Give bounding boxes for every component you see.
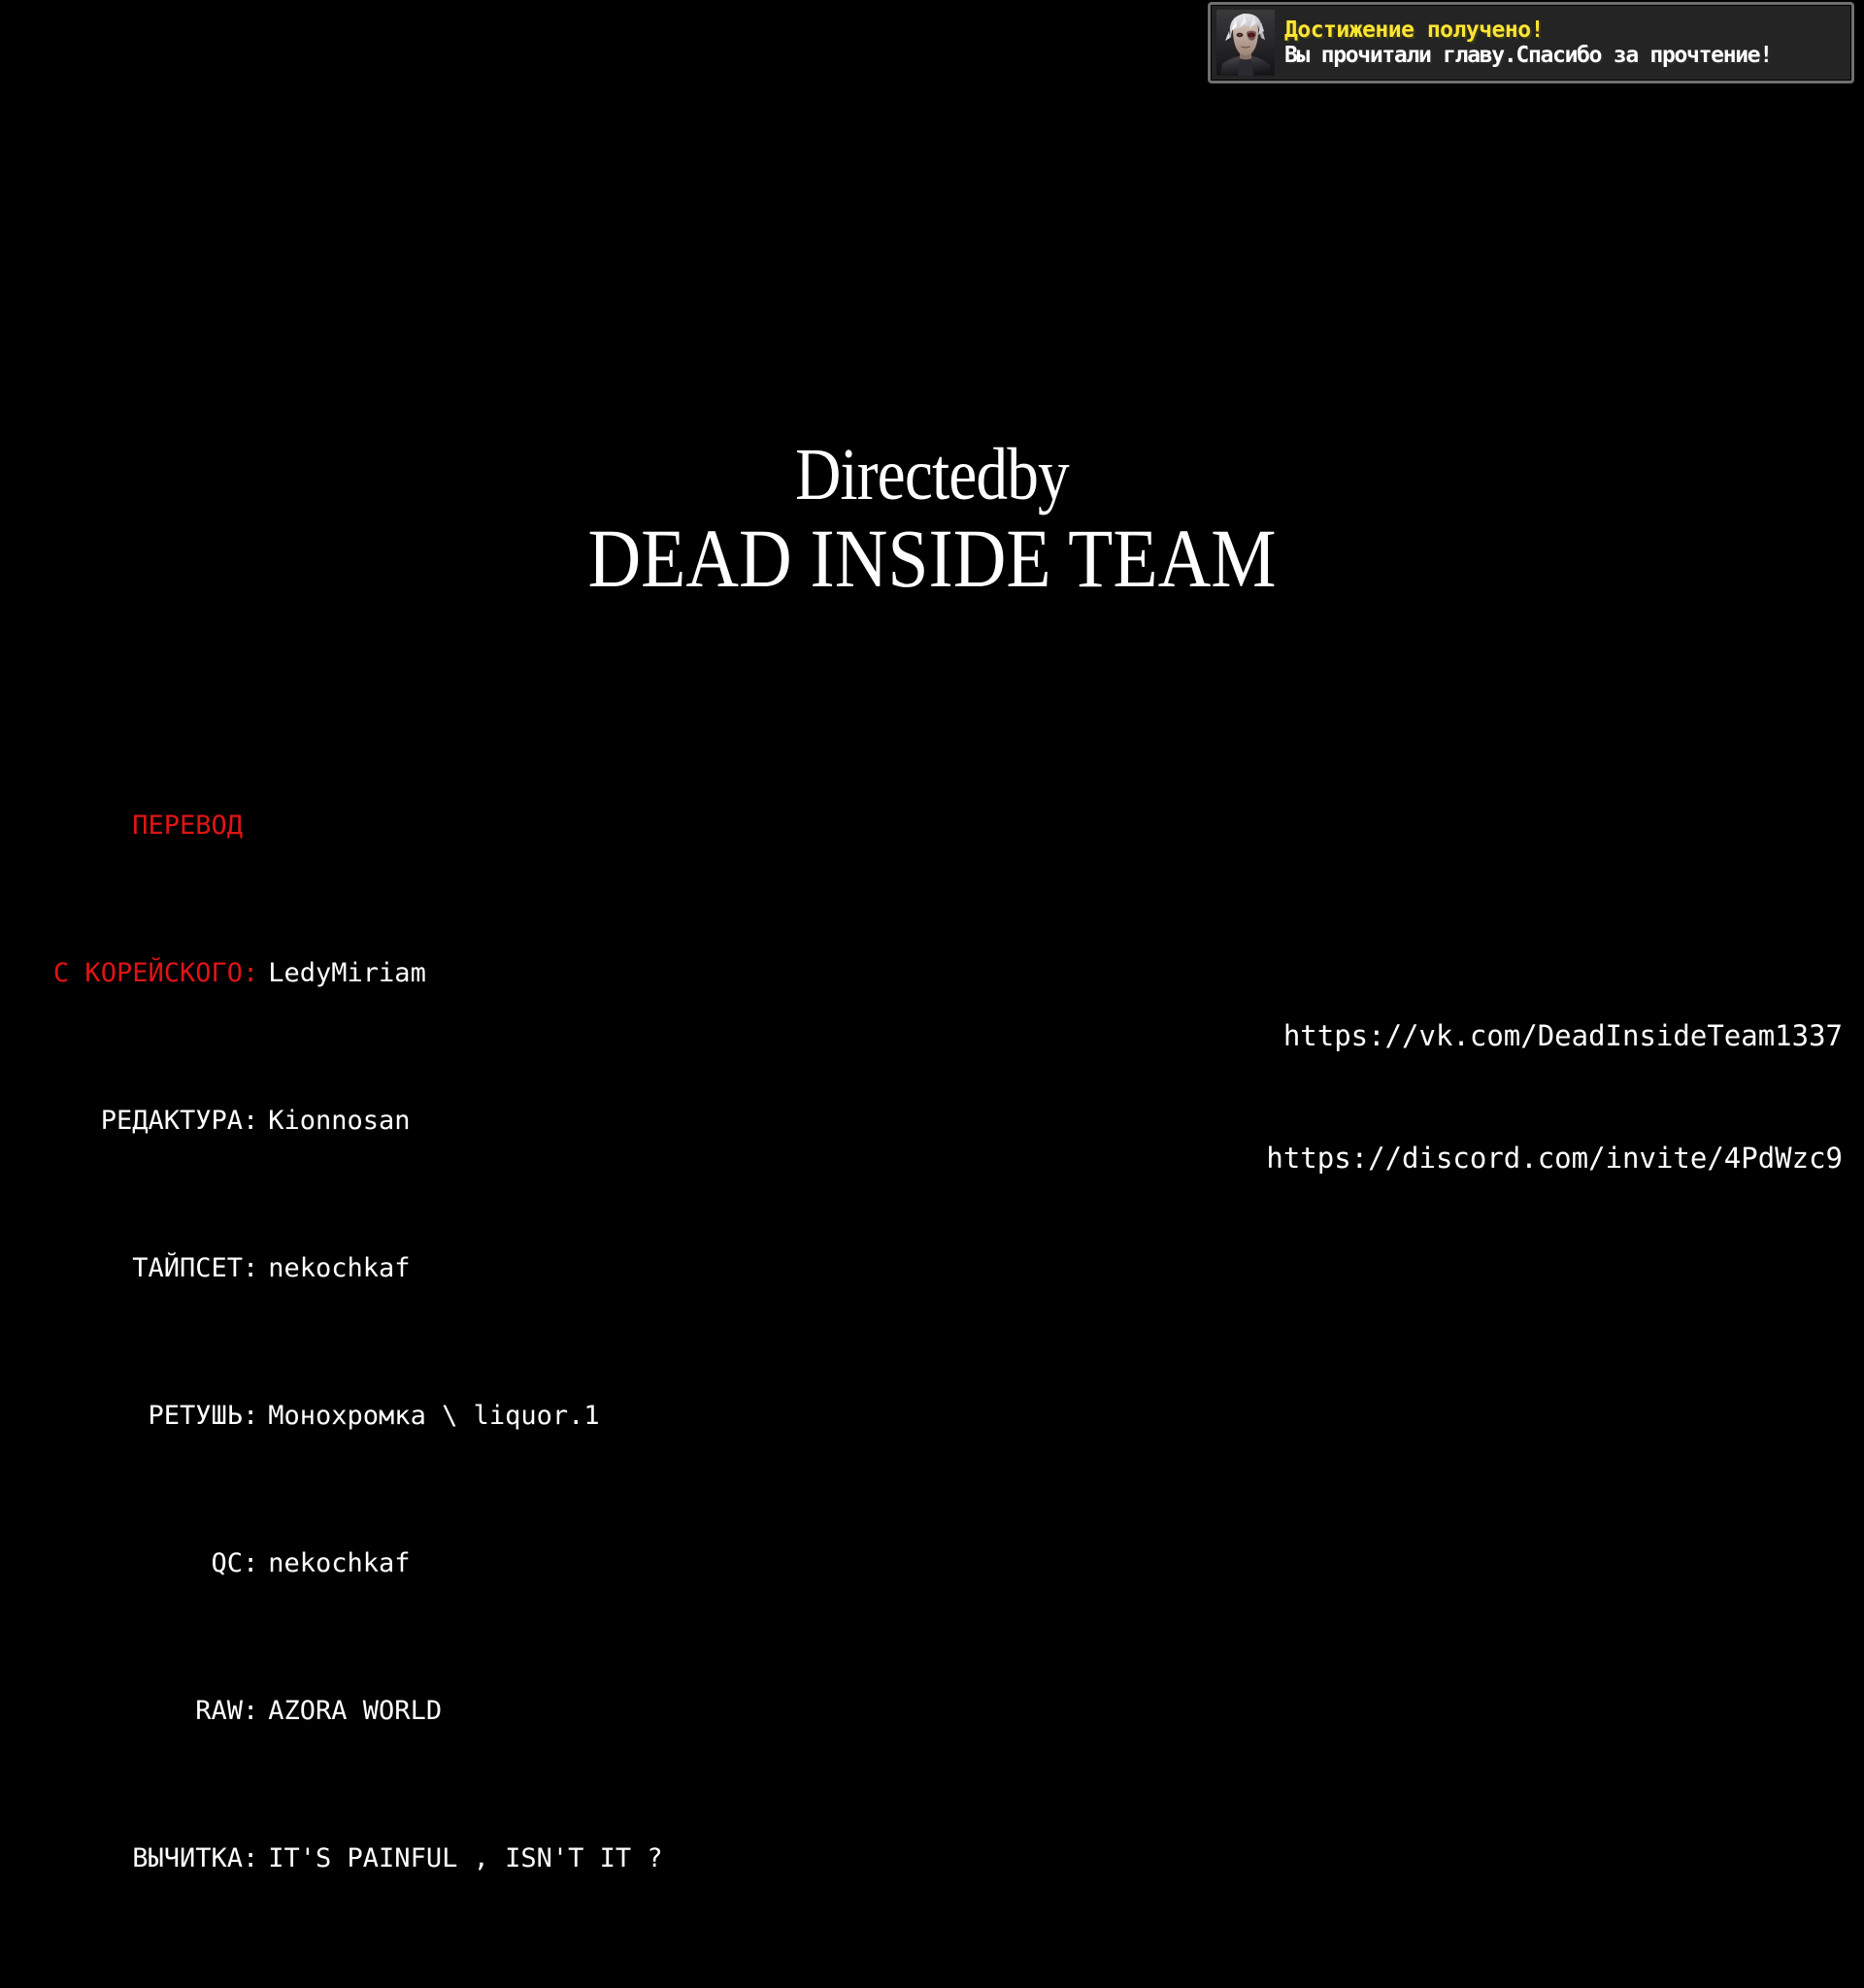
table-row: С КОРЕЙСКОГО: LedyMiriam	[0, 955, 663, 992]
directed-by-label: Directedby	[795, 434, 1070, 515]
vk-link[interactable]: https://vk.com/DeadInsideTeam1337	[1266, 1015, 1843, 1056]
achievement-toast[interactable]: Достижение получено! Вы прочитали главу.…	[1208, 2, 1854, 83]
credit-label: ПЕРЕВОД	[132, 811, 243, 841]
social-links: https://vk.com/DeadInsideTeam1337 https:…	[1266, 934, 1843, 1260]
credit-label: RAW	[195, 1696, 243, 1726]
character-portrait-icon	[1216, 10, 1275, 76]
credit-label: С КОРЕЙСКОГО	[52, 958, 243, 988]
table-row: QC: nekochkaf	[0, 1545, 663, 1582]
credit-separator: :	[243, 1843, 259, 1873]
achievement-subtitle: Вы прочитали главу.Спасибо за прочтение!	[1284, 43, 1773, 68]
credit-separator: :	[243, 958, 259, 988]
achievement-title: Достижение получено!	[1284, 17, 1544, 43]
credit-separator: :	[243, 1106, 259, 1136]
credit-value: AZORA WORLD	[268, 1696, 443, 1726]
credit-separator: :	[243, 1401, 259, 1431]
table-row: ВЫЧИТКА: IT'S PAINFUL , ISN'T IT ?	[0, 1840, 663, 1877]
credit-separator: :	[243, 1253, 259, 1283]
credit-row-translation-header: ПЕРЕВОД	[0, 808, 663, 845]
credits-list: ПЕРЕВОД С КОРЕЙСКОГО: LedyMiriam РЕДАКТУ…	[0, 697, 663, 1988]
credit-label: РЕДАКТУРА	[100, 1106, 243, 1136]
credit-value: nekochkaf	[268, 1548, 411, 1578]
credit-value: Kionnosan	[268, 1106, 411, 1136]
credit-value: LedyMiriam	[268, 958, 426, 988]
credit-separator: :	[243, 1696, 259, 1726]
achievement-toast-text: Достижение получено! Вы прочитали главу.…	[1275, 18, 1851, 68]
credit-value: Монохромка \ liquor.1	[268, 1401, 600, 1431]
credit-label: ТАЙПСЕТ	[132, 1253, 243, 1283]
table-row: РЕДАКТУРА: Kionnosan	[0, 1103, 663, 1140]
page-canvas: Достижение получено! Вы прочитали главу.…	[0, 0, 1864, 1873]
discord-link[interactable]: https://discord.com/invite/4PdWzc9	[1266, 1138, 1843, 1178]
credit-value: IT'S PAINFUL , ISN'T IT ?	[268, 1843, 663, 1873]
credit-label: РЕТУШЬ	[148, 1401, 243, 1431]
credit-separator: :	[243, 1548, 259, 1578]
team-name-title: DEAD INSIDE TEAM	[587, 512, 1277, 606]
credit-value: nekochkaf	[268, 1253, 411, 1283]
credit-label: QC	[211, 1548, 243, 1578]
table-row: ТАЙПСЕТ: nekochkaf	[0, 1250, 663, 1287]
table-row: РЕТУШЬ: Монохромка \ liquor.1	[0, 1398, 663, 1435]
credit-label: ВЫЧИТКА	[132, 1843, 243, 1873]
table-row: RAW: AZORA WORLD	[0, 1693, 663, 1730]
directed-by-block: Directedby DEAD INSIDE TEAM	[0, 434, 1864, 606]
